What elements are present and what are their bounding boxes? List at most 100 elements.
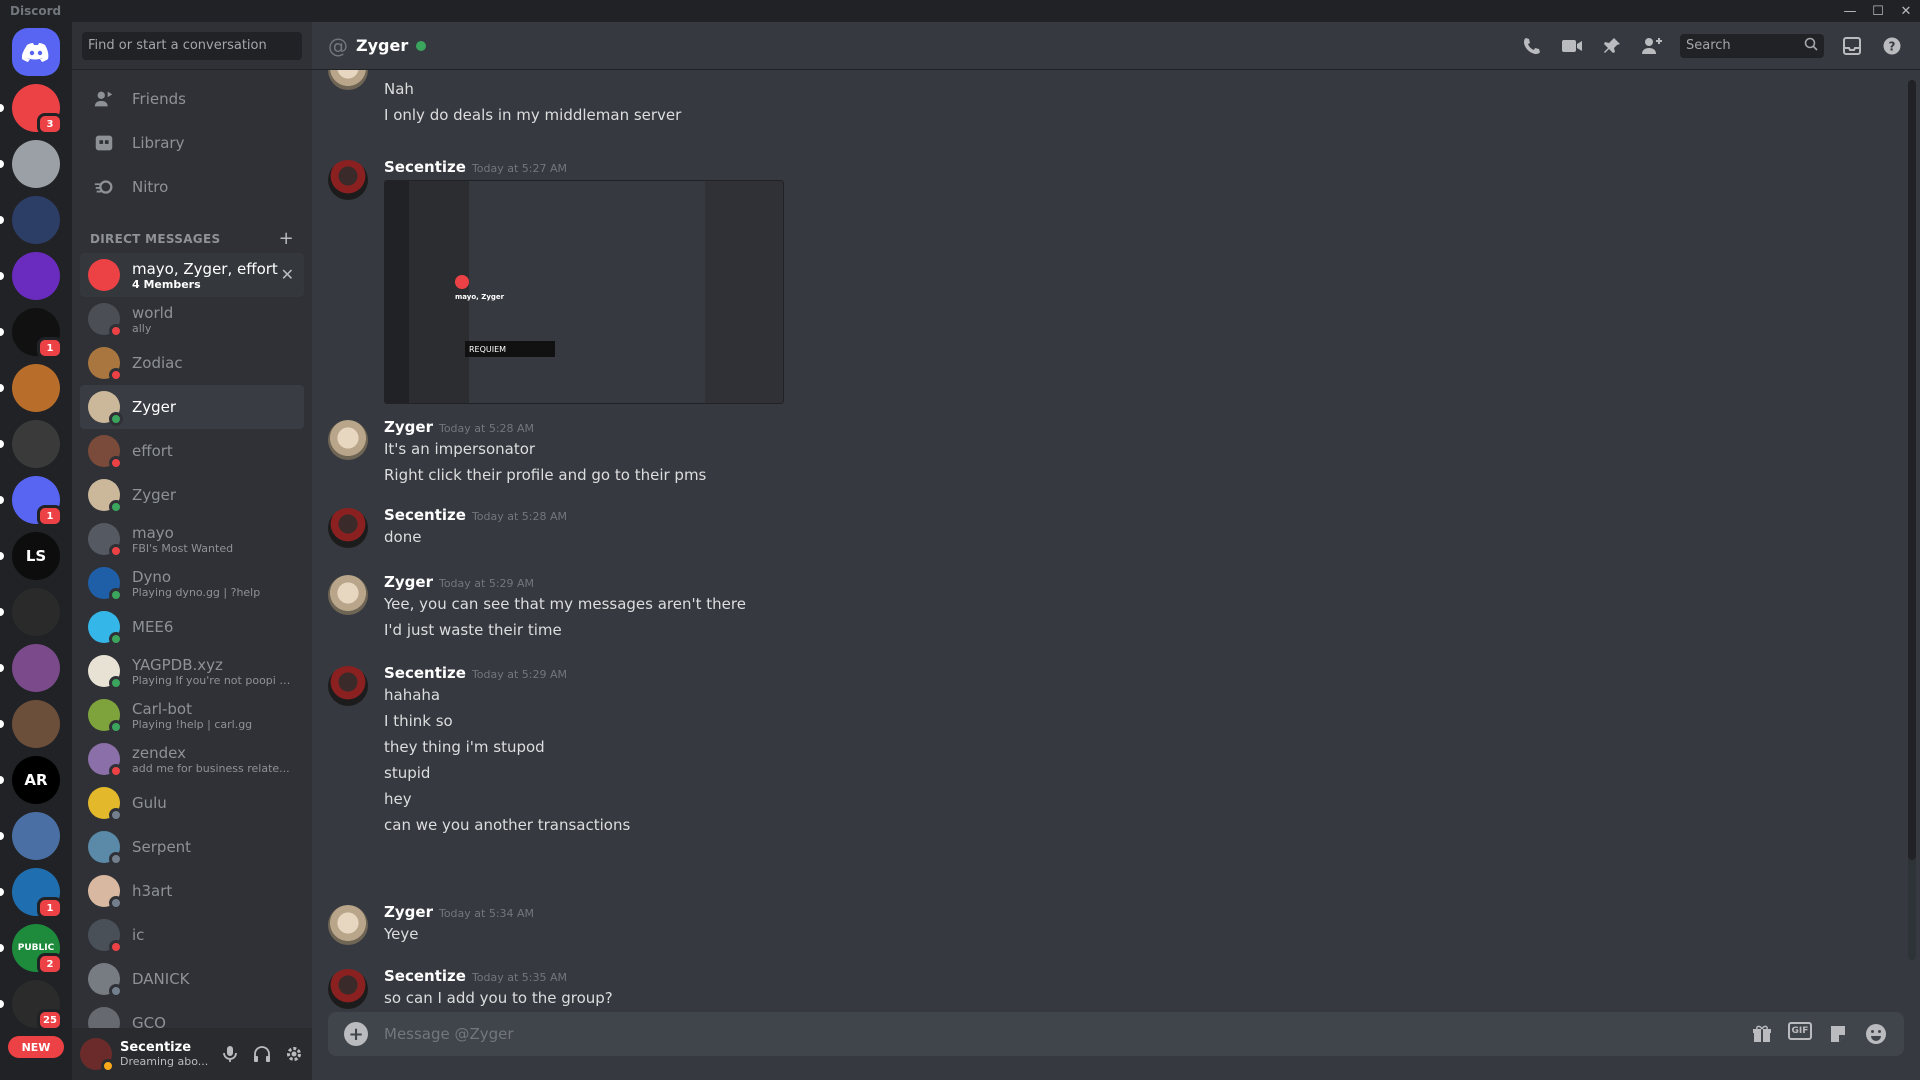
message-avatar[interactable]	[328, 420, 368, 460]
message-author[interactable]: Secentize	[384, 967, 466, 985]
headphones-icon[interactable]	[252, 1044, 272, 1064]
nitro-icon	[92, 175, 116, 199]
message-avatar[interactable]	[328, 905, 368, 945]
server-icon[interactable]	[0, 252, 60, 300]
message-author[interactable]: Secentize	[384, 158, 466, 176]
title-bar: Discord — ☐ ✕	[0, 0, 1920, 22]
minimize-button[interactable]: —	[1836, 0, 1864, 22]
server-icon[interactable]	[0, 420, 60, 468]
message-text: Nah	[384, 80, 414, 98]
message-input[interactable]	[384, 1025, 1750, 1043]
avatar	[88, 699, 123, 734]
message-author[interactable]: Zyger	[384, 573, 433, 591]
scrollbar-thumb[interactable]	[1908, 80, 1916, 860]
nav-library[interactable]: Library	[80, 122, 304, 164]
user-info[interactable]: Secentize Dreaming abo...	[120, 1040, 220, 1068]
message-author[interactable]: Zyger	[384, 418, 433, 436]
dm-item[interactable]: h3art	[80, 869, 304, 913]
server-icon[interactable]: PUBLIC 2	[0, 924, 63, 975]
dm-item[interactable]: Zyger	[80, 385, 304, 429]
new-unreads-button[interactable]: NEW	[8, 1036, 64, 1058]
video-call-icon[interactable]	[1560, 34, 1584, 58]
server-icon[interactable]	[0, 364, 60, 412]
user-avatar[interactable]	[80, 1038, 115, 1073]
dm-text: DANICK	[132, 970, 190, 988]
nav-friends[interactable]: Friends	[80, 78, 304, 120]
screenshot-attachment[interactable]: mayo, Zyger REQUIEM	[384, 180, 784, 404]
dm-text: Carl-bot Playing !help | carl.gg	[132, 700, 252, 731]
unread-pill	[0, 832, 4, 840]
dm-item[interactable]: Zodiac	[80, 341, 304, 385]
user-controls	[220, 1044, 304, 1064]
help-icon[interactable]: ?	[1880, 34, 1904, 58]
gift-icon[interactable]	[1750, 1022, 1774, 1046]
server-icon[interactable]: 1	[0, 476, 63, 527]
message-text: hey	[384, 790, 412, 808]
mic-icon[interactable]	[220, 1044, 240, 1064]
server-icon[interactable]	[0, 588, 60, 636]
server-icon[interactable]	[0, 140, 60, 188]
dm-item[interactable]: DANICK	[80, 957, 304, 1001]
nav-nitro[interactable]: Nitro	[80, 166, 304, 208]
gif-button[interactable]: GIF	[1788, 1022, 1812, 1040]
server-icon[interactable]: LS	[0, 532, 60, 580]
dm-item[interactable]: world ally	[80, 297, 304, 341]
voice-call-icon[interactable]	[1520, 34, 1544, 58]
server-icon[interactable]	[0, 700, 60, 748]
dm-item[interactable]: Serpent	[80, 825, 304, 869]
message-author[interactable]: Zyger	[384, 903, 433, 921]
message-avatar[interactable]	[328, 575, 368, 615]
maximize-button[interactable]: ☐	[1864, 0, 1892, 22]
status-indicator	[109, 412, 123, 426]
server-icon[interactable]: 3	[0, 84, 63, 135]
dm-item[interactable]: Gulu	[80, 781, 304, 825]
message-text: Yee, you can see that my messages aren't…	[384, 595, 746, 613]
attach-plus-button[interactable]: +	[344, 1022, 368, 1046]
message-scrollbar[interactable]	[1908, 80, 1916, 960]
dm-item[interactable]: Carl-bot Playing !help | carl.gg	[80, 693, 304, 737]
dm-item[interactable]: zendex add me for business relate...	[80, 737, 304, 781]
emoji-icon[interactable]	[1864, 1022, 1888, 1046]
dm-name: Zyger	[132, 398, 177, 416]
dm-item[interactable]: Zyger	[80, 473, 304, 517]
pin-icon[interactable]	[1600, 34, 1624, 58]
mention-badge: 2	[37, 953, 63, 975]
message-author[interactable]: Secentize	[384, 664, 466, 682]
server-icon[interactable]: 1	[0, 868, 63, 919]
message-group: Secentize Today at 5:28 AM done	[328, 506, 567, 550]
inbox-icon[interactable]	[1840, 34, 1864, 58]
sticker-icon[interactable]	[1826, 1022, 1850, 1046]
server-icon[interactable]	[0, 812, 60, 860]
dm-item[interactable]: Dyno Playing dyno.gg | ?help	[80, 561, 304, 605]
server-icon[interactable]	[0, 196, 60, 244]
message-avatar[interactable]	[328, 70, 368, 90]
add-friend-icon[interactable]	[1640, 34, 1664, 58]
close-window-button[interactable]: ✕	[1892, 0, 1920, 22]
settings-gear-icon[interactable]	[284, 1044, 304, 1064]
home-discord-button[interactable]	[12, 28, 60, 76]
dm-search-input[interactable]: Find or start a conversation	[82, 31, 302, 60]
server-icon[interactable]	[0, 644, 60, 692]
message-avatar[interactable]	[328, 666, 368, 706]
dm-item[interactable]: ic	[80, 913, 304, 957]
server-icon[interactable]: 1	[0, 308, 63, 359]
dm-item[interactable]: MEE6	[80, 605, 304, 649]
create-dm-plus-icon[interactable]: +	[279, 228, 294, 249]
attachment-server-rail	[385, 181, 409, 403]
dm-text: Gulu	[132, 794, 167, 812]
chat-search-input[interactable]: Search	[1680, 33, 1824, 58]
dm-name: zendex	[132, 743, 186, 762]
server-icon[interactable]: AR	[0, 756, 60, 804]
dm-item[interactable]: mayo, Zyger, effort 4 Members ✕	[80, 253, 304, 297]
message-avatar[interactable]	[328, 160, 368, 200]
status-indicator	[109, 764, 123, 778]
message-avatar[interactable]	[328, 969, 368, 1009]
message-author[interactable]: Secentize	[384, 506, 466, 524]
message-avatar[interactable]	[328, 508, 368, 548]
unread-pill	[0, 664, 4, 672]
dm-item[interactable]: mayo FBI's Most Wanted	[80, 517, 304, 561]
close-dm-icon[interactable]: ✕	[281, 265, 294, 284]
server-icon[interactable]: 25	[0, 980, 63, 1031]
dm-item[interactable]: effort	[80, 429, 304, 473]
dm-item[interactable]: YAGPDB.xyz Playing If you're not poopi at…	[80, 649, 304, 693]
